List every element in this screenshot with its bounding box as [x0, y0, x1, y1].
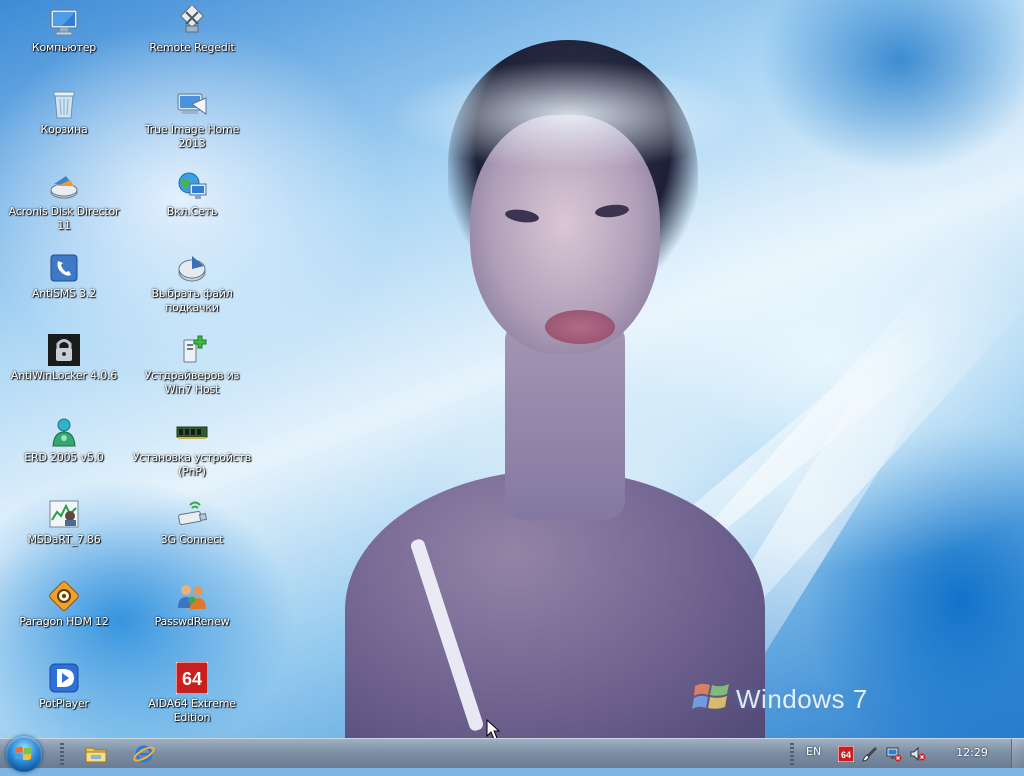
desktop-icon-label: AntiWinLocker 4.0.6 [10, 369, 118, 382]
desktop-icon-erd[interactable]: ERD 2005 v5.0 [2, 416, 126, 465]
language-indicator[interactable]: EN [806, 745, 821, 758]
desktop-icon-enable-network[interactable]: Вкл.Сеть [130, 170, 254, 219]
desktop-icon-label: AIDA64 Extreme Edition [148, 697, 236, 724]
erd-commander-icon [48, 416, 80, 448]
desktop-icon-label: Remote Regedit [149, 41, 235, 54]
taskbar-clock[interactable]: 12:29 [950, 746, 994, 759]
start-button[interactable] [6, 736, 42, 772]
desktop-icon-antisms[interactable]: AntiSMS 3.2 [2, 252, 126, 301]
desktop-icon-msdart[interactable]: MSDaRT_7.86 [2, 498, 126, 547]
users-icon [176, 580, 208, 612]
regedit-icon [176, 3, 208, 38]
desktop-icon-label: Вкл.Сеть [166, 205, 218, 218]
desktop-icon-3g-connect[interactable]: 3G Connect [130, 498, 254, 547]
desktop-icon-label: Устдрайверов из Win7 Host [144, 369, 240, 396]
desktop-icon-aida64[interactable]: 64 AIDA64 Extreme Edition [130, 661, 254, 725]
tray-network-icon[interactable] [886, 746, 902, 762]
paragon-icon [48, 580, 80, 612]
desktop-icon-label: PotPlayer [39, 697, 89, 710]
aida64-icon: 64 [175, 661, 209, 695]
tray-volume-muted-icon[interactable] [910, 746, 926, 762]
recycle-bin-icon [48, 88, 80, 120]
msdart-icon [48, 498, 80, 530]
svg-text:64: 64 [182, 669, 202, 689]
desktop-icon-potplayer[interactable]: PotPlayer [2, 662, 126, 711]
desktop-icon-antiwinlocker[interactable]: AntiWinLocker 4.0.6 [2, 334, 126, 383]
desktop-icon-pnp-install[interactable]: Установка устройств (PnP) [130, 416, 254, 479]
phone-icon [48, 252, 80, 284]
desktop-icon-label: True Image Home 2013 [144, 123, 240, 150]
desktop-icon-acronis-disk-director[interactable]: Acronis Disk Director 11 [2, 170, 126, 233]
lock-icon [48, 334, 80, 366]
network-globe-icon [176, 170, 208, 202]
taskbar: EN 64 12:29 [0, 736, 1024, 772]
show-desktop-button[interactable] [1011, 739, 1024, 768]
desktop-icon-true-image[interactable]: True Image Home 2013 [130, 88, 254, 151]
true-image-icon [176, 88, 208, 120]
internet-explorer-icon [133, 745, 155, 763]
desktop-icon-label: AntiSMS 3.2 [31, 287, 97, 300]
desktop-icon-label: PasswdRenew [154, 615, 230, 628]
potplayer-icon [48, 662, 80, 694]
taskbar-grip[interactable] [60, 743, 64, 765]
desktop-icon-computer[interactable]: Компьютер [2, 6, 126, 55]
usb-modem-icon [176, 498, 208, 530]
windows-flag-icon [15, 746, 32, 761]
taskbar-ie-button[interactable] [132, 742, 156, 766]
desktop-icon-label: Корзина [40, 123, 88, 136]
disk-director-icon [48, 170, 80, 202]
tray-aida64-icon[interactable]: 64 [837, 745, 855, 763]
disk-pagefile-icon [176, 252, 208, 284]
svg-text:64: 64 [841, 750, 851, 760]
desktop-icon-paragon-hdm[interactable]: Paragon HDM 12 [2, 580, 126, 629]
desktop-icon-label: Установка устройств (PnP) [132, 451, 252, 478]
tray-grip[interactable] [790, 743, 794, 765]
desktop-icon-label: ERD 2005 v5.0 [24, 451, 104, 464]
desktop-icon-label: Выбрать файл подкачки [151, 287, 233, 314]
taskbar-explorer-button[interactable] [84, 742, 108, 766]
desktop-icon-label: MSDaRT_7.86 [27, 533, 101, 546]
desktop-icon-label: Acronis Disk Director 11 [8, 205, 120, 232]
desktop-icon-remote-regedit[interactable]: Remote Regedit [130, 3, 254, 55]
computer-icon [48, 6, 80, 38]
desktop-icon-recycle-bin[interactable]: Корзина [2, 88, 126, 137]
windows-logo-watermark [692, 683, 729, 709]
desktop-icon-passwdrenew[interactable]: PasswdRenew [130, 580, 254, 629]
windows-7-watermark: Windows 7 [736, 684, 868, 714]
folder-icon [85, 747, 107, 763]
desktop-icon-pagefile[interactable]: Выбрать файл подкачки [130, 252, 254, 315]
driver-install-icon [176, 334, 208, 366]
desktop-icon-label: Paragon HDM 12 [19, 615, 109, 628]
tray-brush-icon[interactable] [862, 746, 878, 762]
memory-module-icon [176, 416, 208, 448]
desktop-icon-label: Компьютер [31, 41, 97, 54]
desktop-icon-install-drivers[interactable]: Устдрайверов из Win7 Host [130, 334, 254, 397]
desktop-icon-label: 3G Connect [160, 533, 224, 546]
